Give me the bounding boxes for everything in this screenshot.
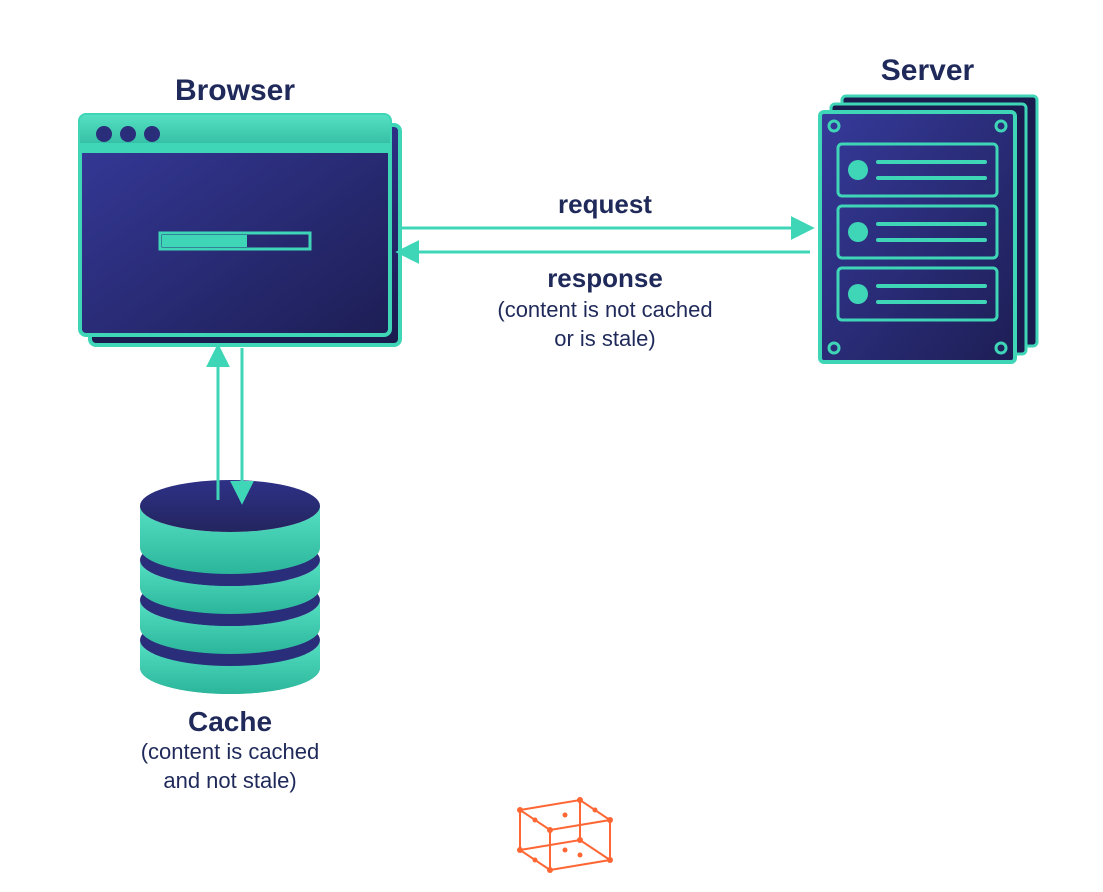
browser-label: Browser xyxy=(80,72,390,110)
server-label: Server xyxy=(820,52,1035,90)
response-sublabel: (content is not cached or is stale) xyxy=(400,296,810,353)
cache-sublabel: (content is cached and not stale) xyxy=(90,738,370,795)
response-label: response xyxy=(400,262,810,295)
request-label: request xyxy=(400,188,810,221)
logo-icon xyxy=(517,797,613,873)
browser-icon xyxy=(80,115,400,345)
server-icon xyxy=(820,96,1037,362)
cache-icon xyxy=(140,480,320,694)
cache-label: Cache xyxy=(110,704,350,739)
